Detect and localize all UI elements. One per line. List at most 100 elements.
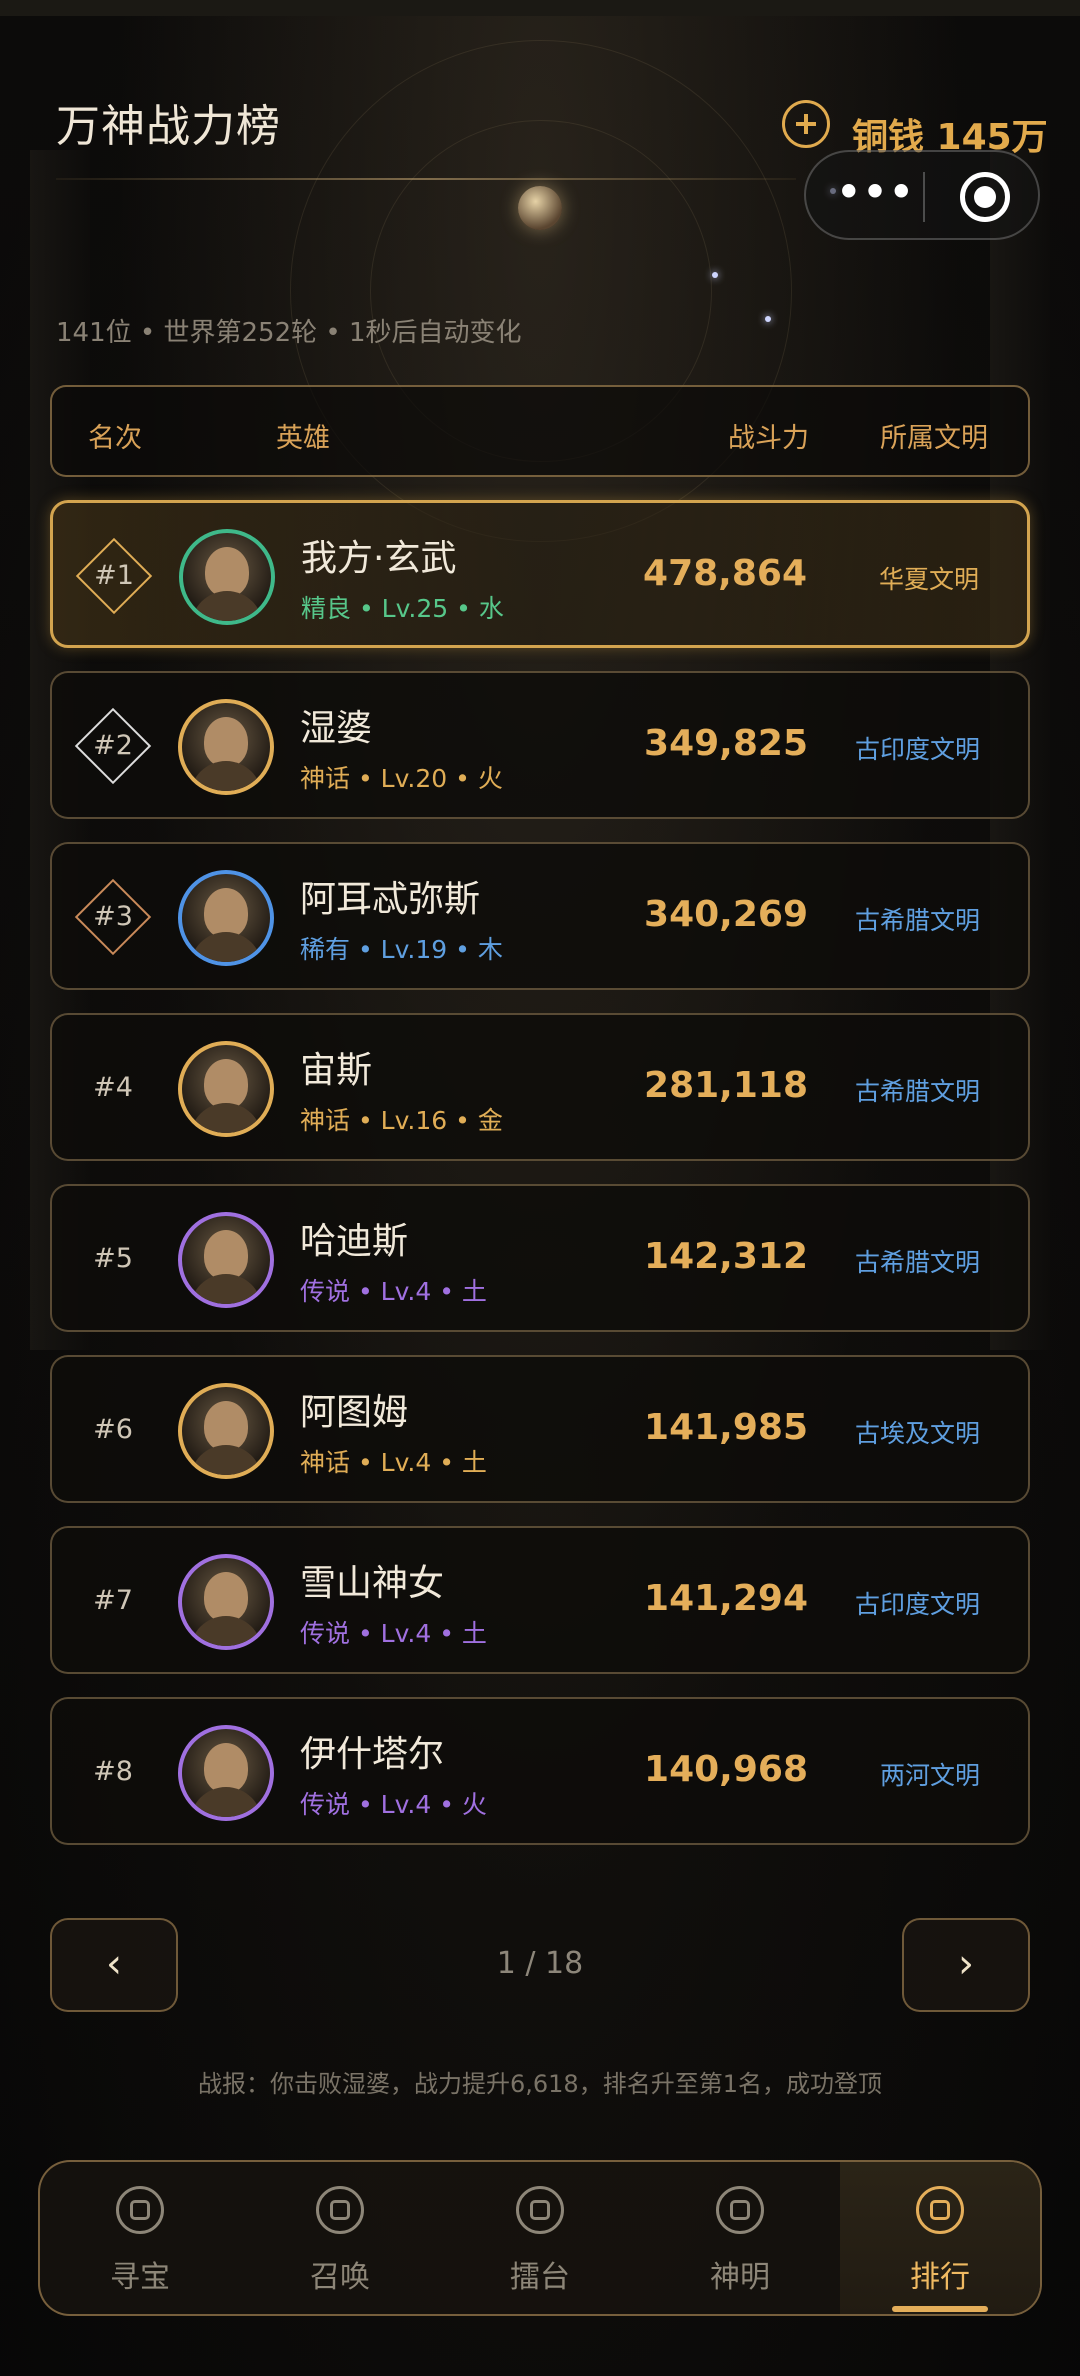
hero-meta: 精良 • Lv.25 • 水	[301, 594, 504, 623]
leaderboard-row[interactable]: #3 阿耳忒弥斯稀有 • Lv.19 • 木 340,269 古希腊文明	[50, 842, 1030, 990]
hero-civilization: 古印度文明	[854, 1590, 980, 1619]
leaderboard-row[interactable]: #5 哈迪斯 传说 • Lv.4 • 土 142,312 古希腊文明	[50, 1184, 1030, 1332]
leaderboard-row[interactable]: #8 伊什塔尔 传说 • Lv.4 • 火 140,968 两河文明	[50, 1697, 1030, 1845]
rank-number: #5	[93, 1243, 133, 1274]
hero-power: 349,825	[644, 723, 808, 764]
close-miniprogram-icon[interactable]	[960, 172, 1010, 222]
hero-meta: 神话 • Lv.4 • 土	[300, 1448, 487, 1477]
home-icon	[116, 2186, 164, 2234]
avatar-body	[190, 1787, 262, 1817]
rank-badge: #2	[70, 703, 156, 789]
column-header-rank: 名次	[88, 423, 142, 454]
tab-ranking[interactable]: 排行	[840, 2162, 1040, 2314]
add-currency-button[interactable]	[782, 100, 830, 148]
hero-avatar	[179, 529, 275, 625]
hero-power: 142,312	[644, 1236, 808, 1277]
hero-name: 哈迪斯	[300, 1221, 409, 1262]
tab-label: 召唤	[310, 2260, 370, 2295]
hero-civilization: 古希腊文明	[854, 1077, 980, 1106]
tab-label: 擂台	[510, 2260, 570, 2295]
hero-power: 281,118	[644, 1065, 808, 1106]
avatar-body	[190, 1445, 262, 1475]
hero-avatar	[178, 1725, 274, 1821]
hero-power: 140,968	[644, 1749, 808, 1790]
hero-name: 宙斯	[300, 1050, 373, 1091]
hero-power: 141,985	[644, 1407, 808, 1448]
rank-badge: #1	[71, 533, 157, 619]
avatar-face	[204, 888, 248, 938]
rank-badge: #5	[70, 1216, 156, 1302]
hero-meta: 传说 • Lv.4 • 土	[300, 1277, 487, 1306]
status-strip	[0, 0, 1080, 16]
hero-power: 141,294	[644, 1578, 808, 1619]
tab-label: 排行	[910, 2260, 970, 2295]
leaderboard-row[interactable]: #1 我方·玄武 精良 • Lv.25 • 水 478,864 华夏文明	[50, 500, 1030, 648]
tab-label: 寻宝	[110, 2260, 170, 2295]
miniprogram-capsule: •••	[804, 150, 1040, 240]
star-decoration	[712, 272, 718, 278]
avatar-face	[204, 1059, 248, 1109]
rank-number: #3	[93, 901, 133, 932]
star-decoration	[765, 316, 771, 322]
column-header-hero: 英雄	[276, 423, 330, 454]
hero-civilization: 古希腊文明	[854, 906, 980, 935]
tab-treasure[interactable]: 寻宝	[40, 2162, 240, 2314]
hero-meta: 传说 • Lv.4 • 火	[300, 1790, 487, 1819]
rank-number: #1	[94, 560, 134, 591]
hero-name: 雪山神女	[300, 1563, 445, 1604]
title-divider	[56, 178, 796, 180]
rank-badge: #3	[70, 874, 156, 960]
column-header-power: 战斗力	[728, 423, 809, 454]
rank-number: #7	[93, 1585, 133, 1616]
hero-avatar	[178, 1554, 274, 1650]
deity-icon	[716, 2186, 764, 2234]
hero-avatar	[178, 870, 274, 966]
avatar-body	[190, 1274, 262, 1304]
leaderboard-row[interactable]: #7 雪山神女传说 • Lv.4 • 土 141,294 古印度文明	[50, 1526, 1030, 1674]
hero-avatar	[178, 1041, 274, 1137]
ranking-icon	[916, 2186, 964, 2234]
rank-badge: #4	[70, 1045, 156, 1131]
hero-meta: 神话 • Lv.20 • 火	[300, 764, 503, 793]
hero-name: 我方·玄武	[301, 538, 457, 579]
rank-number: #2	[93, 730, 133, 761]
avatar-body	[191, 591, 263, 621]
leaderboard-row[interactable]: #2 湿婆 神话 • Lv.20 • 火 349,825 古印度文明	[50, 671, 1030, 819]
avatar-face	[205, 547, 249, 597]
hero-meta: 传说 • Lv.4 • 土	[300, 1619, 487, 1648]
hero-avatar	[178, 1212, 274, 1308]
hero-name: 湿婆	[300, 708, 373, 749]
table-header: 名次 英雄 战斗力 所属文明	[50, 385, 1030, 477]
leaderboard-row[interactable]: #4 宙斯 神话 • Lv.16 • 金 281,118 古希腊文明	[50, 1013, 1030, 1161]
battle-report: 战报：你击败湿婆，战力提升6,618，排名升至第1名，成功登顶	[198, 2070, 882, 2098]
column-header-civilization: 所属文明	[880, 423, 988, 454]
next-page-button[interactable]: ›	[902, 1918, 1030, 2012]
hero-avatar	[178, 699, 274, 795]
leaderboard-row[interactable]: #6 阿图姆 神话 • Lv.4 • 土 141,985 古埃及文明	[50, 1355, 1030, 1503]
summon-icon	[316, 2186, 364, 2234]
avatar-face	[204, 1572, 248, 1622]
tab-deities[interactable]: 神明	[640, 2162, 840, 2314]
hero-power: 478,864	[643, 553, 807, 594]
hero-meta: 稀有 • Lv.19 • 木	[300, 935, 503, 964]
rank-number: #8	[93, 1756, 133, 1787]
rank-badge: #7	[70, 1558, 156, 1644]
more-menu-button[interactable]: •••	[836, 162, 916, 228]
avatar-face	[204, 717, 248, 767]
hero-name: 阿耳忒弥斯	[300, 879, 481, 920]
status-line: 141位 • 世界第252轮 • 1秒后自动变化	[56, 318, 522, 348]
avatar-face	[204, 1743, 248, 1793]
rank-badge: #6	[70, 1387, 156, 1473]
rank-badge: #8	[70, 1729, 156, 1815]
avatar-body	[190, 1103, 262, 1133]
tab-summon[interactable]: 召唤	[240, 2162, 440, 2314]
hero-power: 340,269	[644, 894, 808, 935]
avatar-face	[204, 1230, 248, 1280]
avatar-body	[190, 761, 262, 791]
tab-arena[interactable]: 擂台	[440, 2162, 640, 2314]
active-tab-indicator	[892, 2306, 988, 2312]
hero-name: 伊什塔尔	[300, 1734, 445, 1775]
hero-civilization: 古埃及文明	[854, 1419, 980, 1448]
avatar-body	[190, 1616, 262, 1646]
rank-number: #6	[93, 1414, 133, 1445]
